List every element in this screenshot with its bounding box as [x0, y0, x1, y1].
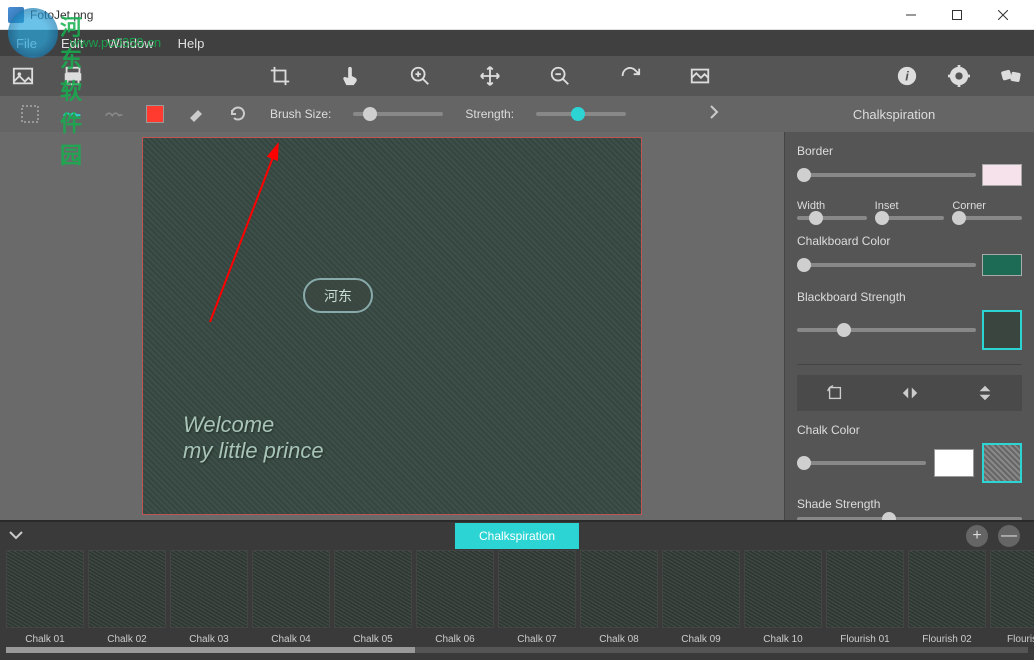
menubar: File Edit Window Help — [0, 30, 1034, 56]
maximize-button[interactable] — [934, 0, 980, 30]
brush-size-slider[interactable] — [353, 112, 443, 116]
preset-category-button[interactable]: Chalkspiration — [455, 523, 579, 549]
open-image-button[interactable] — [10, 63, 36, 89]
border-slider[interactable] — [797, 173, 976, 177]
flip-vertical-button[interactable] — [970, 381, 1000, 405]
corner-slider[interactable] — [952, 216, 1022, 220]
chalk-color-swatch[interactable] — [934, 449, 974, 477]
close-button[interactable] — [980, 0, 1026, 30]
preset-item[interactable]: Flourish 02 — [908, 550, 986, 645]
preset-item[interactable]: Chalk 02 — [88, 550, 166, 645]
eraser-button[interactable] — [186, 104, 206, 124]
border-color-swatch[interactable] — [982, 164, 1022, 186]
brush-add-button[interactable] — [62, 104, 82, 124]
inset-slider[interactable] — [875, 216, 945, 220]
reset-button[interactable] — [228, 104, 248, 124]
chalkboard-color-swatch[interactable] — [982, 254, 1022, 276]
selection-tool-button[interactable] — [20, 104, 40, 124]
canvas-text-line2: my little prince — [183, 438, 324, 464]
canvas-text-line1: Welcome — [183, 412, 324, 438]
minimize-button[interactable] — [888, 0, 934, 30]
finger-tool-button[interactable] — [337, 63, 363, 89]
preset-item[interactable]: Chalk 10 — [744, 550, 822, 645]
canvas-text: Welcome my little prince — [183, 412, 324, 464]
print-button[interactable] — [60, 63, 86, 89]
panel-title: Chalkspiration — [794, 107, 994, 122]
preset-item[interactable]: Chalk 08 — [580, 550, 658, 645]
remove-preset-button[interactable]: — — [998, 525, 1020, 547]
preset-item[interactable]: Chalk 01 — [6, 550, 84, 645]
blackboard-texture-swatch[interactable] — [982, 310, 1022, 350]
brush-color-swatch[interactable] — [146, 105, 164, 123]
properties-panel: Border Width Inset Corner Chalkboard Col… — [784, 132, 1034, 520]
chalkboard-color-label: Chalkboard Color — [797, 234, 1022, 248]
blackboard-strength-label: Blackboard Strength — [797, 290, 1022, 304]
app-icon — [8, 7, 24, 23]
zoom-in-button[interactable] — [407, 63, 433, 89]
expand-panel-button[interactable] — [708, 103, 720, 126]
flip-horizontal-button[interactable] — [895, 381, 925, 405]
sub-toolbar: Brush Size: Strength: Chalkspiration — [0, 96, 1034, 132]
menu-edit[interactable]: Edit — [49, 32, 95, 55]
presets-bar: Chalkspiration + — Chalk 01 Chalk 02 Cha… — [0, 520, 1034, 660]
menu-help[interactable]: Help — [166, 32, 217, 55]
border-label: Border — [797, 144, 1022, 158]
preset-item[interactable]: Chalk 03 — [170, 550, 248, 645]
blackboard-strength-slider[interactable] — [797, 328, 976, 332]
menu-file[interactable]: File — [4, 32, 49, 55]
collapse-presets-button[interactable] — [8, 527, 24, 545]
corner-label: Corner — [952, 200, 1022, 212]
info-button[interactable]: i — [894, 63, 920, 89]
chalkboard-color-slider[interactable] — [797, 263, 976, 267]
zoom-out-button[interactable] — [547, 63, 573, 89]
width-label: Width — [797, 200, 867, 212]
window-title: FotoJet.png — [30, 8, 888, 22]
chalk-texture-swatch[interactable] — [982, 443, 1022, 483]
preset-item[interactable]: Flourish 01 — [826, 550, 904, 645]
presets-list[interactable]: Chalk 01 Chalk 02 Chalk 03 Chalk 04 Chal… — [0, 550, 1034, 645]
strength-label: Strength: — [465, 107, 514, 121]
preset-item[interactable]: Chalk 05 — [334, 550, 412, 645]
preset-item[interactable]: Flourish 0 — [990, 550, 1034, 645]
width-slider[interactable] — [797, 216, 867, 220]
redo-button[interactable] — [617, 63, 643, 89]
inset-label: Inset — [875, 200, 945, 212]
presets-scrollbar[interactable] — [6, 647, 1028, 653]
canvas-image[interactable]: 河东 Welcome my little prince — [142, 137, 642, 515]
canvas-area[interactable]: 河东 Welcome my little prince — [0, 132, 784, 520]
menu-window[interactable]: Window — [95, 32, 165, 55]
random-button[interactable] — [998, 63, 1024, 89]
chalk-color-slider[interactable] — [797, 461, 926, 465]
titlebar: FotoJet.png — [0, 0, 1034, 30]
strength-slider[interactable] — [536, 112, 626, 116]
preset-item[interactable]: Chalk 09 — [662, 550, 740, 645]
add-preset-button[interactable]: + — [966, 525, 988, 547]
canvas-badge: 河东 — [303, 278, 373, 313]
rotate-button[interactable] — [820, 381, 850, 405]
chalk-color-label: Chalk Color — [797, 423, 1022, 437]
brush-size-label: Brush Size: — [270, 107, 331, 121]
main-toolbar: i — [0, 56, 1034, 96]
preset-item[interactable]: Chalk 07 — [498, 550, 576, 645]
brush-remove-button[interactable] — [104, 104, 124, 124]
preset-item[interactable]: Chalk 06 — [416, 550, 494, 645]
fit-screen-button[interactable] — [687, 63, 713, 89]
svg-text:i: i — [905, 69, 909, 84]
crop-button[interactable] — [267, 63, 293, 89]
move-button[interactable] — [477, 63, 503, 89]
shade-strength-label: Shade Strength — [797, 497, 1022, 511]
settings-button[interactable] — [946, 63, 972, 89]
preset-item[interactable]: Chalk 04 — [252, 550, 330, 645]
